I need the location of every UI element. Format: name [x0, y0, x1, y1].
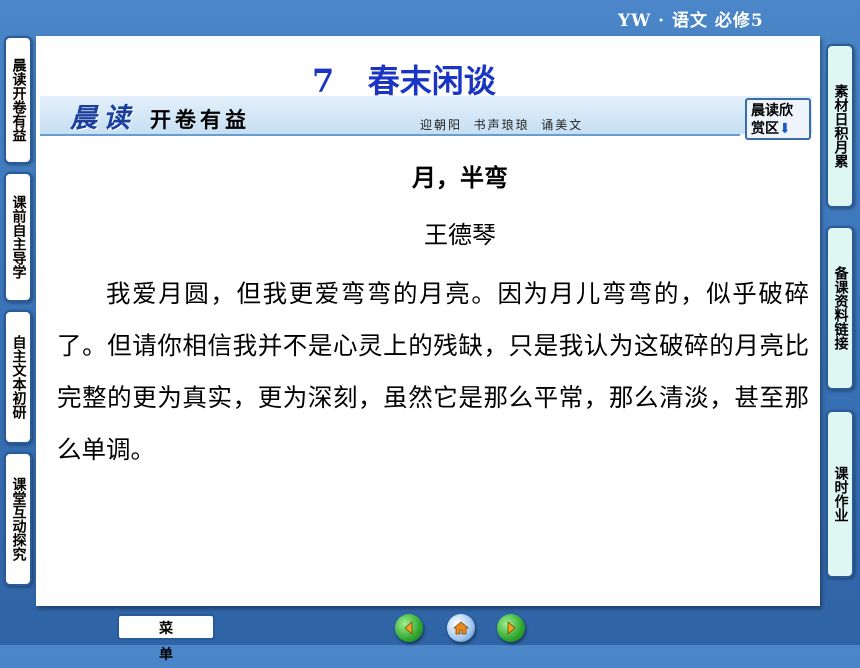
poem-author-row: 王德琴 [0, 215, 860, 250]
appreciation-label-1: 晨读欣 [751, 103, 793, 119]
banner-divider [40, 134, 740, 136]
tab-material-accumulation[interactable]: 素材日积月累 [826, 44, 854, 208]
tab-homework[interactable]: 课时作业 [826, 410, 854, 578]
prev-arrow-icon[interactable] [395, 614, 423, 642]
poem-author: 王德琴 [424, 221, 496, 249]
banner-motto: 迎朝阳 书声琅琅 诵美文 [420, 118, 584, 132]
home-icon[interactable] [447, 614, 475, 642]
tab-morning-reading[interactable]: 晨读开卷有益 [4, 36, 32, 164]
poem-title: 月，半弯 [412, 163, 508, 192]
menu-button[interactable]: 菜单 [117, 614, 215, 663]
poem-title-row: 月，半弯 [0, 158, 860, 193]
tab-preclass-study[interactable]: 课前自主导学 [4, 172, 32, 302]
down-arrow-icon: ⬇ [779, 121, 791, 137]
appreciation-label-2: 赏区 [751, 121, 779, 137]
appreciation-area-button[interactable]: 晨读欣 赏区⬇ [745, 98, 811, 140]
next-arrow-icon[interactable] [497, 614, 525, 642]
banner-tagline: 开卷有益 [150, 107, 250, 132]
poem-body: 我爱月圆，但我更爱弯弯的月亮。因为月儿弯弯的，似乎破碎了。但请你相信我并不是心灵… [57, 279, 809, 464]
tab-class-interaction[interactable]: 课堂互动探究 [4, 452, 32, 586]
tab-lesson-resources[interactable]: 备课资料链接 [826, 226, 854, 390]
banner-brand: 晨读 [70, 103, 136, 134]
tab-text-study[interactable]: 自主文本初研 [4, 310, 32, 444]
course-title: YW · 语文 必修5 [618, 11, 764, 31]
